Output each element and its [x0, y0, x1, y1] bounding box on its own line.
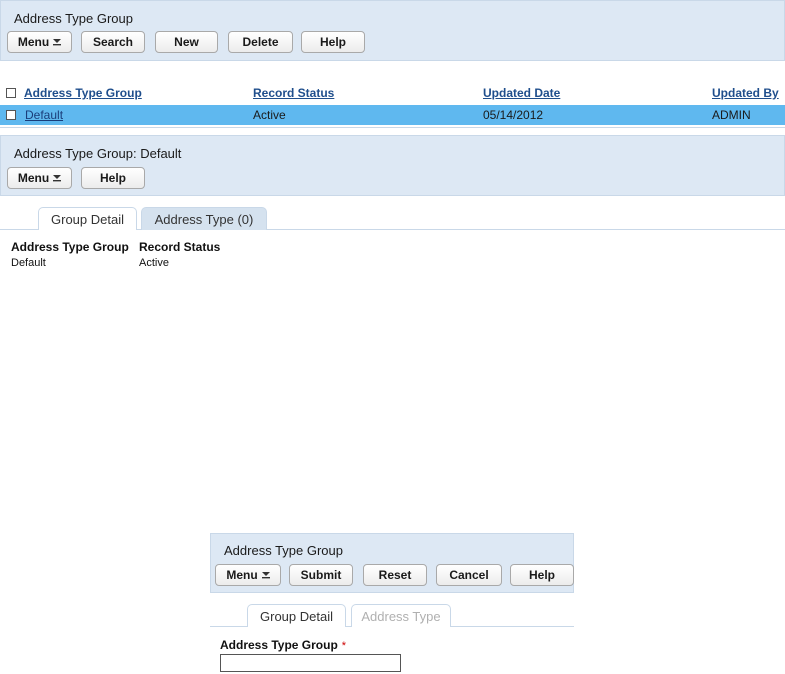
tab-new-address-type: Address Type — [351, 604, 451, 627]
column-header-updated-date[interactable]: Updated Date — [483, 86, 560, 100]
address-type-group-input[interactable] — [220, 654, 401, 672]
row-updated-date: 05/14/2012 — [483, 108, 544, 122]
new-field-label-text: Address Type Group — [220, 638, 338, 652]
detail-help-button[interactable]: Help — [81, 167, 145, 189]
search-menu-label: Menu — [17, 35, 50, 49]
new-menu-label: Menu — [226, 568, 258, 582]
new-button[interactable]: New — [155, 31, 218, 53]
column-header-record-status[interactable]: Record Status — [253, 86, 334, 100]
row-record-status: Active — [253, 108, 286, 122]
detail-panel: Address Type Group: Default Menu Help — [0, 135, 785, 196]
new-field-label: Address Type Group * — [220, 638, 346, 652]
row-checkbox[interactable] — [6, 110, 16, 120]
new-menu-button[interactable]: Menu — [215, 564, 281, 586]
column-header-updated-by[interactable]: Updated By — [712, 86, 779, 100]
search-button[interactable]: Search — [81, 31, 145, 53]
tab-new-group-detail[interactable]: Group Detail — [247, 604, 346, 627]
tab-address-type[interactable]: Address Type (0) — [141, 207, 267, 230]
required-marker: * — [341, 640, 347, 652]
column-header-address-type-group[interactable]: Address Type Group — [24, 86, 142, 100]
grid-header: Address Type Group Record Status Updated… — [0, 81, 785, 103]
select-all-checkbox[interactable] — [6, 88, 16, 98]
new-panel-title: Address Type Group — [224, 543, 343, 558]
cancel-button[interactable]: Cancel — [436, 564, 502, 586]
detail-panel-title: Address Type Group: Default — [14, 146, 182, 161]
chevron-down-icon — [53, 38, 62, 46]
reset-button[interactable]: Reset — [363, 564, 427, 586]
search-panel-title: Address Type Group — [14, 11, 133, 26]
detail-label-status: Record Status — [139, 240, 221, 254]
search-help-button[interactable]: Help — [301, 31, 365, 53]
new-panel: Address Type Group Menu Submit Reset Can… — [210, 533, 574, 593]
search-menu-button[interactable]: Menu — [7, 31, 72, 53]
submit-button[interactable]: Submit — [289, 564, 353, 586]
detail-menu-button[interactable]: Menu — [7, 167, 72, 189]
chevron-down-icon — [261, 571, 270, 579]
row-group-link[interactable]: Default — [25, 108, 63, 122]
tab-group-detail[interactable]: Group Detail — [38, 207, 137, 230]
row-updated-by: ADMIN — [712, 108, 751, 122]
chevron-down-icon — [53, 174, 62, 182]
detail-value-group: Default — [11, 257, 46, 269]
detail-value-status: Active — [139, 257, 169, 269]
grid-divider — [0, 127, 785, 128]
delete-button[interactable]: Delete — [228, 31, 293, 53]
table-row[interactable]: Default Active 05/14/2012 ADMIN — [0, 105, 785, 125]
search-panel: Address Type Group Menu Search New Delet… — [0, 0, 785, 61]
detail-label-group: Address Type Group — [11, 240, 129, 254]
new-help-button[interactable]: Help — [510, 564, 574, 586]
detail-menu-label: Menu — [17, 171, 50, 185]
